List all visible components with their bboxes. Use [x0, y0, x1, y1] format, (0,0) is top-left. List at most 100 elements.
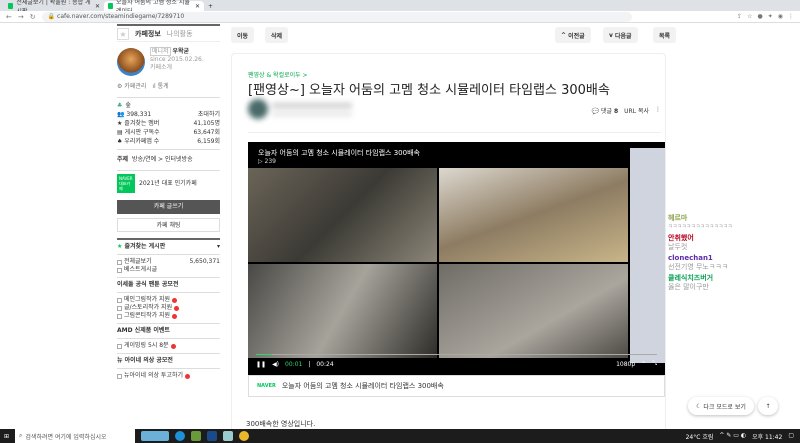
dark-mode-button[interactable]: ☾ 다크 모드로 보기	[688, 397, 754, 415]
clock[interactable]: 오후 11:42	[752, 432, 782, 441]
back-icon[interactable]: ←	[6, 13, 12, 21]
current-time: 00:01	[285, 360, 303, 368]
taskbar-search[interactable]: ⌕ 검색하려면 여기에 입력하십시오	[15, 429, 136, 443]
board-count: 5,650,371	[189, 258, 220, 265]
award-text: 2021년 대표 인기카페	[139, 179, 197, 187]
comments-count: 8	[613, 108, 619, 115]
cafe-intro-link[interactable]: 카페소개	[150, 64, 172, 71]
new-badge-icon	[172, 313, 178, 319]
naver-cafe-icon	[108, 3, 114, 9]
video-player[interactable]: 오늘자 어둠의 고멤 청소 시뮬레이터 타임랩스 300배속 ▷ 239 ❚❚ ◀…	[248, 142, 665, 375]
new-badge-icon	[185, 373, 191, 379]
chat-username: 안취했어	[668, 234, 694, 242]
chevron-up-icon[interactable]: ^	[641, 361, 646, 368]
new-badge-icon	[170, 343, 176, 349]
video-caption: NAVER 오늘자 어둠의 고멤 청소 시뮬레이터 타임랩스 300배속	[248, 375, 665, 397]
extensions: ⇪ ☆ ● ✦ ◉ ⋮	[737, 13, 794, 20]
video-views: ▷ 239	[258, 158, 276, 165]
chrome-icon[interactable]	[239, 431, 250, 441]
tray-icons[interactable]: ^ ✎ ▭ ◐	[719, 432, 746, 441]
tab-cafe-info[interactable]: 카페정보	[135, 29, 161, 39]
next-label: 다음글	[615, 32, 632, 40]
naver-badge: NAVER 대표카페	[117, 174, 135, 193]
windows-start-icon[interactable]: ⊞	[4, 433, 9, 440]
caption-text[interactable]: 오늘자 어둠의 고멤 청소 시뮬레이터 타임랩스 300배속	[282, 381, 444, 391]
manager-name[interactable]: 우왁굳	[172, 48, 189, 55]
cafe-sidebar: ★ 카페정보 나의활동 매니저 우왁굳 since 2015.02.26. 카페소개 ⚙…	[117, 24, 220, 383]
since-date: since 2015.02.26.	[150, 56, 204, 63]
manager-badge: 매니저	[150, 47, 171, 56]
taskbar: ⊞ ⌕ 검색하려면 여기에 입력하십시오 24°C 흐림 ^ ✎ ▭ ◐ 오후 11:…	[0, 429, 800, 443]
board-item[interactable]: 메인그림작가 지원	[117, 296, 220, 304]
comments-link[interactable]: 💬 댓글 8	[592, 106, 619, 115]
chevron-down-icon[interactable]: ▾	[217, 240, 220, 254]
section-title: AMD 신제품 이벤트	[117, 323, 220, 338]
board-item[interactable]: 글/스토리작가 지원	[117, 304, 220, 312]
favorite-star-icon[interactable]: ★	[117, 27, 129, 40]
chat-username: 클레식치즈버거	[668, 274, 714, 282]
quality-selector[interactable]: 1080p	[616, 361, 635, 368]
tree-icon: ♣	[117, 102, 123, 109]
naver-cafe-icon	[8, 3, 14, 9]
chevron-up-icon: ^	[561, 31, 569, 39]
new-badge-icon	[172, 297, 178, 303]
url-input[interactable]: 🔒 cafe.naver.com/steamindiegame/7289710	[41, 11, 632, 22]
close-icon[interactable]: ✕	[195, 3, 200, 10]
search-icon: ⌕	[19, 432, 23, 439]
scroll-top-button[interactable]: ↑	[758, 397, 778, 415]
board-best[interactable]: 베스트게시글	[117, 266, 220, 274]
edge-icon[interactable]	[175, 431, 186, 441]
minecraft-icon[interactable]	[191, 431, 202, 441]
topic-value[interactable]: 방송/연예 > 인터넷방송	[132, 153, 193, 167]
url-text: cafe.naver.com/steamindiegame/7289710	[57, 13, 185, 20]
close-icon[interactable]: ✕	[95, 3, 100, 10]
board-icon	[117, 313, 122, 319]
profile-icon[interactable]: ◉	[778, 13, 783, 20]
new-tab-button[interactable]: +	[204, 1, 218, 11]
board-icon	[117, 267, 122, 273]
board-label: 메인그림작가 지원	[124, 296, 171, 303]
prev-post-button[interactable]: ^ 이전글	[555, 27, 591, 43]
stats-link[interactable]: ıl 통계	[152, 82, 168, 91]
widget-icon[interactable]	[141, 431, 170, 441]
menu-icon[interactable]: ⋮	[788, 13, 794, 20]
share-icon[interactable]: ⇪	[737, 13, 742, 20]
forward-icon[interactable]: →	[18, 13, 24, 21]
tab-article[interactable]: 오늘자 어둠의 고멤 청소 시뮬레이터✕	[104, 0, 204, 15]
article-body: 300배속한 영상입니다.	[246, 420, 316, 428]
invite-link[interactable]: 초대하기	[198, 110, 220, 119]
reload-icon[interactable]: ↻	[30, 13, 36, 21]
volume-icon[interactable]: ◀)	[272, 361, 279, 368]
article-title: [팬영상~] 오늘자 어둠의 고멤 청소 시뮬레이터 타임랩스 300배속	[248, 83, 610, 98]
tab-my-activity[interactable]: 나의활동	[167, 29, 193, 39]
stat-value: 63,647회	[193, 129, 220, 136]
members-icon: 👥	[117, 111, 125, 118]
move-button[interactable]: 이동	[231, 27, 255, 43]
write-post-button[interactable]: 카페 글쓰기	[117, 200, 220, 214]
weather[interactable]: 24°C 흐림	[686, 432, 714, 441]
board-label: 전체글보기	[124, 258, 152, 265]
tab-board[interactable]: 전체글보기 | 왁물원 : 종합 게시판✕	[4, 0, 104, 15]
pause-icon[interactable]: ❚❚	[256, 361, 266, 368]
chat-username: clonechan1	[668, 254, 713, 262]
notification-icon[interactable]: ▢	[788, 432, 794, 441]
app-icon[interactable]	[223, 431, 234, 441]
extension-icon[interactable]: ●	[757, 13, 762, 20]
board-item[interactable]: 뉴아이네 의상 투고하기	[117, 372, 220, 380]
cafe-admin-link[interactable]: ⚙ 카페관리	[117, 82, 146, 91]
puzzle-icon[interactable]: ✦	[768, 13, 773, 20]
topic-label: 주제	[117, 156, 129, 163]
list-button[interactable]: 목록	[653, 27, 677, 43]
next-post-button[interactable]: v 다음글	[603, 27, 638, 43]
cafe-chat-button[interactable]: 카페 채팅	[117, 218, 220, 232]
star-icon[interactable]: ☆	[747, 13, 752, 20]
url-copy-button[interactable]: URL 복사	[624, 106, 649, 115]
fullscreen-icon[interactable]: ⤡	[652, 360, 657, 368]
more-icon[interactable]: ⋮	[655, 106, 661, 115]
board-item[interactable]: 그림콘티작가 지원	[117, 312, 220, 320]
delete-button[interactable]: 삭제	[265, 27, 289, 43]
vscode-icon[interactable]	[207, 431, 218, 441]
board-item[interactable]: 게이밍링 5시 8분	[117, 342, 220, 350]
board-breadcrumb[interactable]: 팬영상 & 왁컬로이두 >	[248, 70, 308, 79]
board-all[interactable]: 전체글보기 5,650,371	[117, 258, 220, 266]
